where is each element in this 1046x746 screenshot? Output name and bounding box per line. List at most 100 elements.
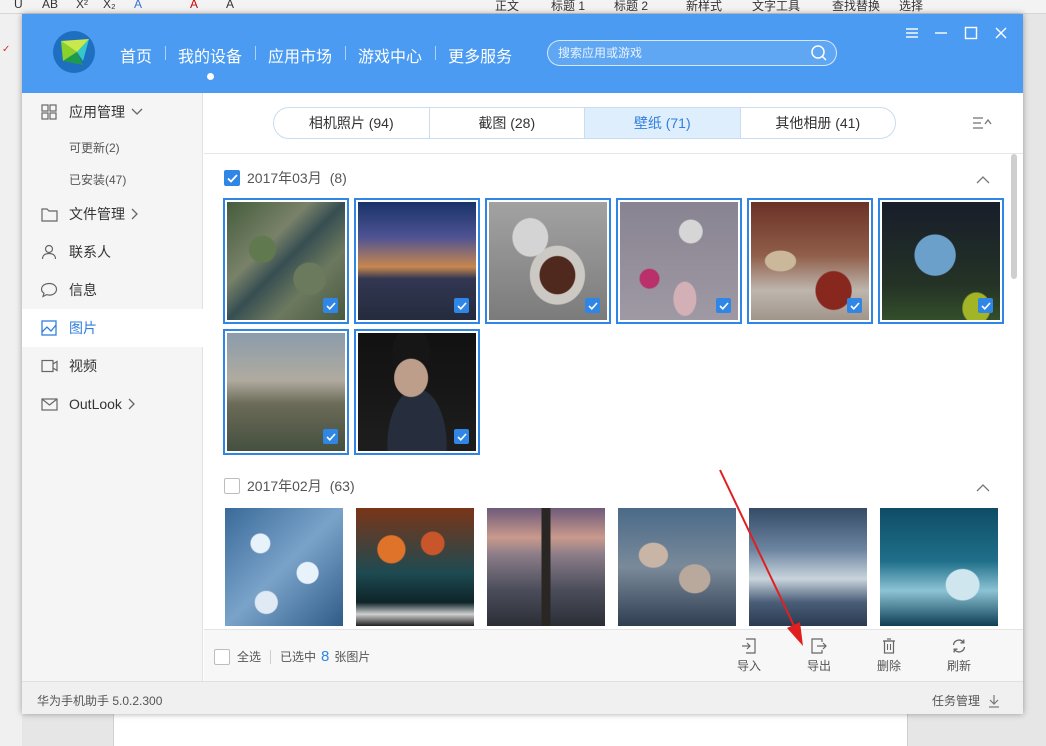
image-icon — [40, 319, 58, 337]
photo-selected-checkbox[interactable] — [847, 298, 862, 313]
version-label: 华为手机助手 5.0.2.300 — [37, 694, 163, 708]
nav-my-device[interactable]: 我的设备 — [165, 43, 255, 80]
scrollbar[interactable] — [1011, 154, 1017, 630]
sort-icon[interactable] — [972, 115, 992, 136]
photo-thumbnail-lamp-interior[interactable] — [747, 198, 873, 324]
photo-selected-checkbox[interactable] — [323, 429, 338, 444]
photo-selected-checkbox[interactable] — [323, 298, 338, 313]
album-tabs: 相机照片 (94) 截图 (28) 壁纸 (71) 其他相册 (41) — [273, 107, 896, 139]
sidebar-item-contacts[interactable]: 联系人 — [22, 233, 203, 271]
export-label: 导出 — [806, 659, 831, 673]
import-button[interactable]: 导入 — [724, 638, 774, 674]
photo-thumbnail-city-skyline[interactable] — [223, 329, 349, 455]
photo-thumbnail-clouds[interactable] — [618, 508, 736, 626]
chevron-up-icon[interactable] — [976, 479, 990, 497]
import-icon — [742, 638, 756, 654]
photo-thumbnail-frost[interactable] — [225, 508, 343, 626]
refresh-button[interactable]: 刷新 — [934, 638, 984, 674]
chevron-down-icon — [131, 108, 143, 116]
grid-icon — [40, 103, 58, 121]
text-tools[interactable]: 文字工具 — [752, 0, 800, 13]
scrollbar-thumb[interactable] — [1011, 154, 1017, 279]
search-input[interactable] — [548, 41, 808, 65]
chevron-up-icon[interactable] — [976, 171, 990, 189]
select-tool[interactable]: 选择 — [899, 0, 923, 13]
task-manager-label: 任务管理 — [932, 694, 981, 708]
photo-selected-checkbox[interactable] — [454, 298, 469, 313]
mail-icon — [40, 395, 58, 413]
menu-icon[interactable] — [901, 22, 923, 44]
photo-thumbnail-storm-clouds[interactable] — [749, 508, 867, 626]
group-checkbox[interactable] — [224, 170, 240, 186]
task-manager-button[interactable]: 任务管理 — [932, 692, 1001, 709]
photo-thumbnail-dessert-coffee[interactable] — [485, 198, 611, 324]
select-all-label[interactable]: 全选 — [237, 648, 261, 665]
sidebar-item-label: 信息 — [69, 282, 97, 298]
style-normal[interactable]: 正文 — [495, 0, 519, 13]
group-header-2017-03: 2017年03月 (8) — [224, 169, 347, 187]
selection-summary: 全选 已选中 8 张图片 — [214, 648, 370, 665]
nav-more-services[interactable]: 更多服务 — [435, 43, 525, 67]
sidebar-item-label: OutLook — [69, 396, 122, 412]
sidebar-item-pictures[interactable]: 图片 — [22, 309, 203, 347]
sidebar-item-messages[interactable]: 信息 — [22, 271, 203, 309]
search-icon[interactable] — [810, 44, 828, 67]
photo-thumbnail-pier-sea[interactable] — [487, 508, 605, 626]
nav-game-center[interactable]: 游戏中心 — [345, 43, 435, 67]
sidebar-item-file-management[interactable]: 文件管理 — [22, 195, 203, 233]
underline-tool[interactable]: U — [14, 0, 23, 11]
highlight-tool[interactable]: A — [190, 0, 198, 11]
sidebar-item-app-management[interactable]: 应用管理 — [22, 93, 203, 131]
photo-image — [880, 508, 998, 626]
find-replace[interactable]: 查找替换 — [832, 0, 880, 13]
sidebar-sub-installed[interactable]: 已安装(47) — [69, 171, 126, 188]
style-heading1[interactable]: 标题 1 — [551, 0, 585, 13]
photo-selected-checkbox[interactable] — [585, 298, 600, 313]
group-checkbox[interactable] — [224, 478, 240, 494]
sidebar-sub-updatable[interactable]: 可更新(2) — [69, 139, 120, 156]
photo-selected-checkbox[interactable] — [716, 298, 731, 313]
sidebar-item-videos[interactable]: 视频 — [22, 347, 203, 385]
chevron-right-icon — [128, 398, 136, 410]
photo-thumbnail-ocean-waves[interactable] — [880, 508, 998, 626]
tab-camera-photos[interactable]: 相机照片 (94) — [274, 108, 429, 138]
tab-screenshots[interactable]: 截图 (28) — [428, 108, 585, 138]
style-heading2[interactable]: 标题 2 — [614, 0, 648, 13]
minimize-icon[interactable] — [930, 22, 952, 44]
delete-button[interactable]: 删除 — [864, 638, 914, 674]
photo-image — [618, 508, 736, 626]
photo-selected-checkbox[interactable] — [454, 429, 469, 444]
photo-image — [225, 508, 343, 626]
download-icon — [989, 694, 1000, 708]
font-color-tool[interactable]: A — [134, 0, 142, 11]
photo-thumbnail-highway-sunset[interactable] — [354, 198, 480, 324]
video-icon — [40, 357, 58, 375]
photo-image — [356, 508, 474, 626]
new-style[interactable]: 新样式 — [686, 0, 722, 13]
close-icon[interactable] — [990, 22, 1012, 44]
subscript-tool[interactable]: X₂ — [103, 0, 116, 11]
sidebar-item-outlook[interactable]: OutLook — [22, 385, 203, 423]
char-shade-tool[interactable]: A — [226, 0, 234, 11]
superscript-tool[interactable]: X² — [76, 0, 88, 11]
tab-wallpapers[interactable]: 壁纸 (71) — [584, 108, 740, 138]
tab-other-albums[interactable]: 其他相册 (41) — [739, 108, 896, 138]
photo-thumbnail-football-player[interactable] — [878, 198, 1004, 324]
nav-home[interactable]: 首页 — [107, 43, 165, 67]
refresh-label: 刷新 — [946, 659, 971, 673]
sidebar: 应用管理 可更新(2) 已安装(47) 文件管理 联系人 信息 图片 视频 Ou… — [22, 93, 203, 681]
nav-app-market[interactable]: 应用市场 — [255, 43, 345, 67]
maximize-icon[interactable] — [960, 22, 982, 44]
group-date: 2017年02月 — [247, 478, 322, 494]
import-label: 导入 — [736, 659, 761, 673]
photo-selected-checkbox[interactable] — [978, 298, 993, 313]
select-all-checkbox[interactable] — [214, 648, 230, 665]
export-button[interactable]: 导出 — [794, 638, 844, 674]
strikethrough-tool[interactable]: AB — [42, 0, 58, 11]
delete-label: 删除 — [876, 659, 901, 673]
photo-thumbnail-portrait[interactable] — [354, 329, 480, 455]
photo-thumbnail-aerial-city[interactable] — [223, 198, 349, 324]
photo-thumbnail-flowers-vase[interactable] — [616, 198, 742, 324]
photo-thumbnail-autumn-leaves[interactable] — [356, 508, 474, 626]
export-icon — [811, 638, 827, 654]
